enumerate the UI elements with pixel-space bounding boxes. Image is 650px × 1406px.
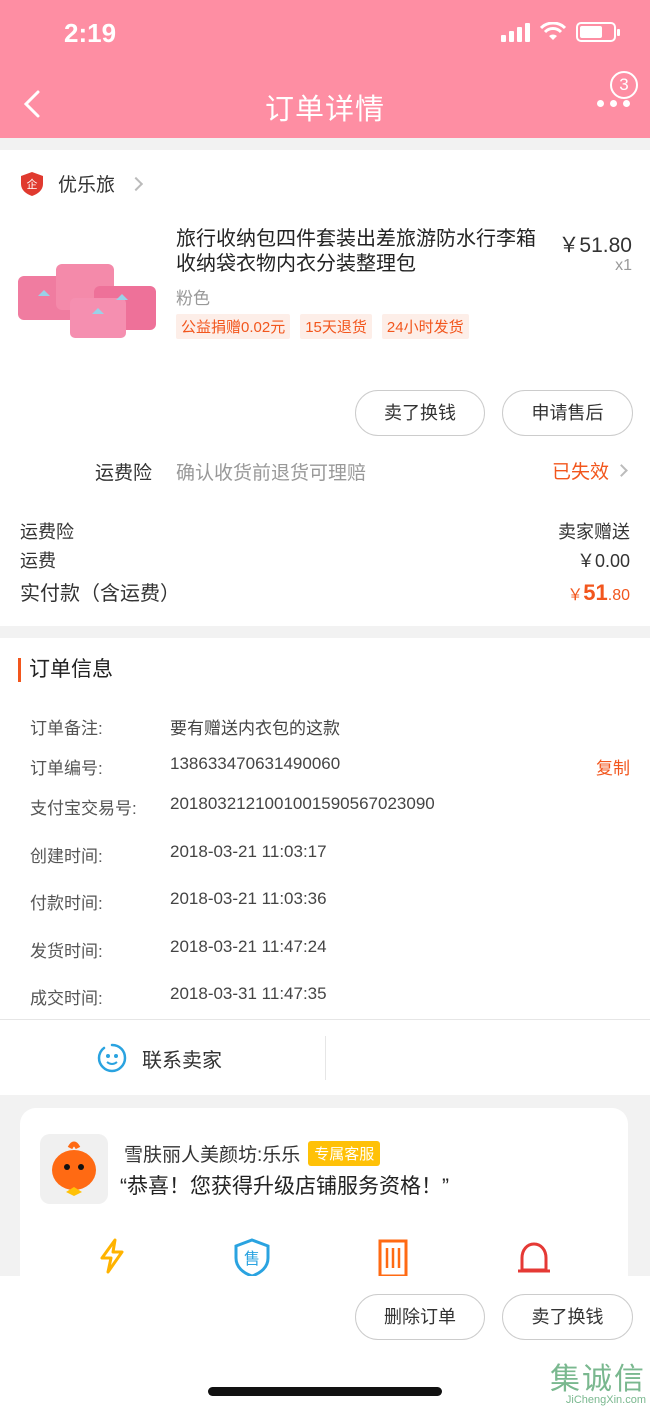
info-value: 2018-03-21 11:03:36 — [170, 889, 327, 908]
product-quantity: x1 — [615, 257, 632, 274]
ticket-icon[interactable] — [376, 1238, 410, 1278]
info-row-completed: 成交时间: 2018-03-31 11:47:35 — [30, 984, 327, 1009]
bell-icon[interactable] — [514, 1238, 554, 1278]
shipping-insurance-label: 运费险 — [95, 463, 153, 484]
info-key: 创建时间: — [30, 847, 103, 866]
service-avatar[interactable] — [40, 1134, 108, 1204]
info-row-paid: 付款时间: 2018-03-21 11:03:36 — [30, 889, 327, 914]
product-spec: 粉色 — [176, 289, 210, 308]
currency-symbol: ￥ — [567, 587, 584, 604]
info-value: 2018-03-31 11:47:35 — [170, 984, 327, 1003]
info-row-shipped: 发货时间: 2018-03-21 11:47:24 — [30, 937, 327, 962]
shop-header[interactable]: 企 优乐旅 — [20, 170, 144, 197]
amount-decimal: .80 — [607, 587, 630, 604]
after-sale-button[interactable]: 申请售后 — [502, 390, 633, 436]
info-key: 支付宝交易号: — [30, 799, 137, 818]
info-value: 2018032121001001590567023090 — [170, 794, 435, 813]
divider — [325, 1036, 326, 1080]
product-price: ￥51.80 — [558, 234, 632, 257]
home-indicator[interactable] — [208, 1387, 442, 1396]
shop-name: 优乐旅 — [58, 175, 116, 196]
info-value: 2018-03-21 11:03:17 — [170, 842, 327, 861]
fee-shipping-value: ￥0.00 — [576, 551, 630, 571]
info-key: 成交时间: — [30, 989, 103, 1008]
info-value: 要有赠送内衣包的这款 — [170, 719, 340, 738]
svg-text:企: 企 — [27, 177, 38, 191]
info-row-alipay-trade: 支付宝交易号: 2018032121001001590567023090 — [30, 794, 435, 819]
status-icons — [501, 22, 620, 42]
status-time: 2:19 — [64, 18, 117, 48]
svg-text:售: 售 — [244, 1249, 260, 1268]
chat-face-icon — [97, 1043, 127, 1073]
product-title[interactable]: 旅行收纳包四件套装出差旅游防水行李箱收纳袋衣物内衣分装整理包 — [176, 227, 546, 277]
battery-icon — [576, 22, 620, 42]
page-title: 订单详情 — [264, 94, 385, 126]
more-menu-icon[interactable] — [597, 100, 630, 107]
tag-shipping: 24小时发货 — [381, 314, 469, 339]
service-message: “恭喜！您获得升级店铺服务资格！” — [120, 1175, 449, 1198]
insurance-status-text: 已失效 — [551, 462, 609, 483]
after-sale-shield-icon[interactable]: 售 — [232, 1238, 272, 1278]
tag-donation: 公益捐赠0.02元 — [176, 314, 291, 339]
signal-icon — [501, 22, 530, 42]
info-key: 付款时间: — [30, 894, 103, 913]
shipping-insurance-status[interactable]: 已失效 — [551, 457, 628, 484]
info-value: 138633470631490060 — [170, 754, 341, 773]
service-badge: 专属客服 — [308, 1141, 381, 1166]
chevron-right-icon — [128, 176, 144, 191]
info-key: 订单备注: — [30, 719, 103, 738]
sell-for-cash-button[interactable]: 卖了换钱 — [355, 390, 485, 436]
watermark: 集诚信 JiChengXin.com — [550, 1354, 646, 1406]
notification-badge: 3 — [610, 71, 638, 99]
service-name: 雪肤丽人美颜坊:乐乐 专属客服 — [124, 1140, 381, 1167]
top-header: 2:19 订单详情 3 — [0, 0, 650, 138]
shop-shield-icon: 企 — [21, 171, 43, 196]
lightning-icon[interactable] — [96, 1238, 128, 1274]
info-value: 2018-03-21 11:47:24 — [170, 937, 327, 956]
contact-seller-button[interactable]: 联系卖家 — [96, 1042, 222, 1074]
wifi-icon — [540, 22, 566, 40]
info-key: 发货时间: — [30, 942, 103, 961]
info-row-note: 订单备注: 要有赠送内衣包的这款 — [30, 714, 340, 739]
fee-insurance-row: 运费险 卖家赠送 — [20, 518, 630, 544]
info-row-created: 创建时间: 2018-03-21 11:03:17 — [30, 842, 327, 867]
amount-integer: 51 — [583, 580, 608, 605]
shipping-insurance-desc: 确认收货前退货可理赔 — [176, 463, 367, 484]
watermark-text: 集诚信 — [550, 1362, 646, 1397]
service-name-text: 雪肤丽人美颜坊:乐乐 — [124, 1145, 301, 1166]
fee-shipping-row: 运费 ￥0.00 — [20, 547, 630, 573]
divider — [0, 1019, 650, 1020]
info-row-order-number: 订单编号: 138633470631490060 — [30, 754, 340, 779]
order-info-title: 订单信息 — [18, 658, 113, 682]
total-payment-row: 实付款（含运费） ￥51.80 — [20, 577, 630, 606]
chevron-right-icon — [615, 464, 628, 477]
fee-insurance-label: 运费险 — [20, 522, 74, 542]
bottom-sell-for-cash-button[interactable]: 卖了换钱 — [502, 1294, 633, 1340]
fee-insurance-value: 卖家赠送 — [558, 522, 630, 542]
copy-order-number-button[interactable]: 复制 — [596, 754, 630, 779]
fee-shipping-label: 运费 — [20, 551, 56, 571]
delete-order-button[interactable]: 删除订单 — [355, 1294, 485, 1340]
total-payment-amount: ￥51.80 — [567, 580, 630, 606]
product-tags: 公益捐赠0.02元 15天退货 24小时发货 — [176, 314, 469, 339]
contact-seller-label: 联系卖家 — [142, 1049, 222, 1072]
info-key: 订单编号: — [30, 759, 103, 778]
tag-return: 15天退货 — [300, 314, 372, 339]
product-image[interactable] — [16, 256, 158, 340]
total-payment-label: 实付款（含运费） — [20, 583, 180, 605]
